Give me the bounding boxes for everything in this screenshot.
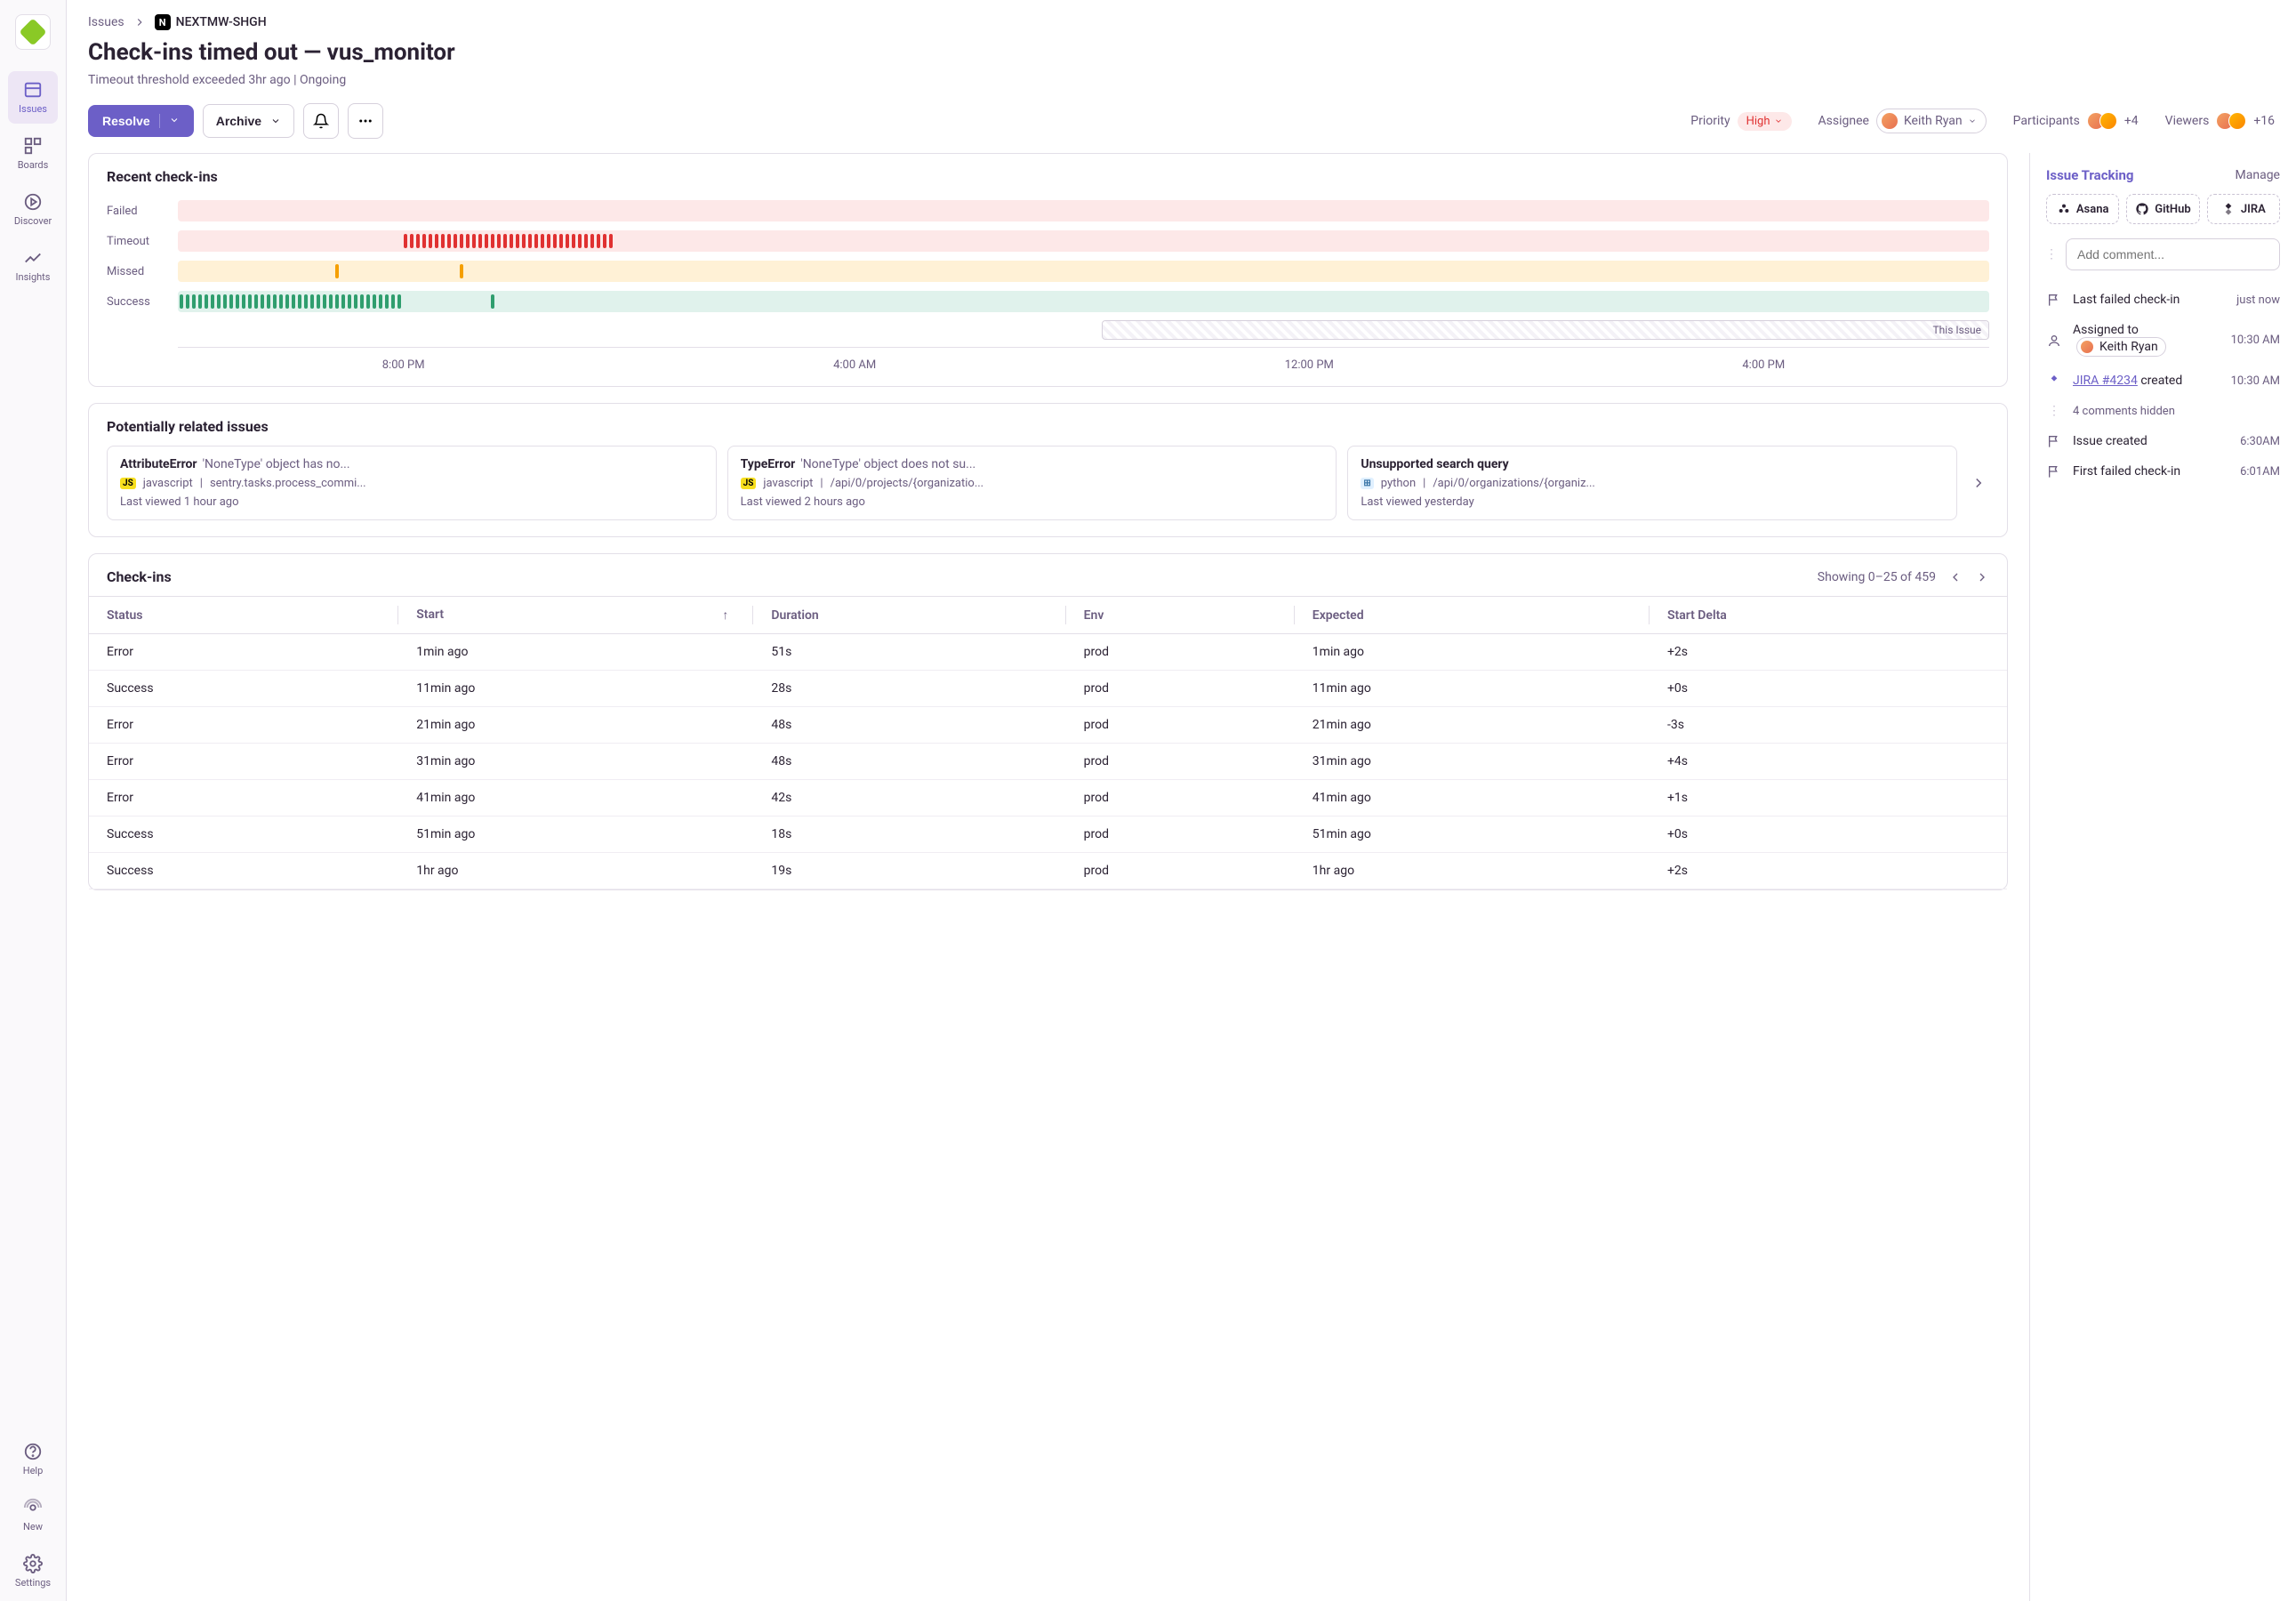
page-header: Issues N NEXTMW-SHGH Check-ins timed out… [67,0,2296,153]
panel-title: Issue Tracking [2046,167,2133,183]
jira-link[interactable]: JIRA #4234 [2073,374,2138,388]
card-title: Check-ins [107,568,172,585]
nav-help[interactable]: Help [8,1433,58,1485]
axis-label: 12:00 PM [1285,358,1334,372]
viewers-meta[interactable]: Viewers +16 [2165,112,2275,130]
axis-label: 4:00 PM [1742,358,1785,372]
nav-issues[interactable]: Issues [8,71,58,124]
related-issue-card[interactable]: TypeError 'NoneType' object does not su.… [727,446,1337,520]
column-env[interactable]: Env [1066,597,1295,634]
comment-input[interactable] [2066,238,2280,270]
chart-row-label: Failed [107,205,178,218]
nav-boards[interactable]: Boards [8,127,58,180]
flag-icon [2046,434,2062,448]
priority-badge[interactable]: High [1738,112,1792,131]
card-title: Potentially related issues [89,404,2007,446]
chart-row-label: Timeout [107,235,178,248]
bell-icon [313,113,329,129]
checkins-table: StatusStart↑DurationEnvExpectedStart Del… [89,596,2007,889]
timeline-item[interactable]: ⋮4 comments hidden [2046,396,2280,426]
manage-link[interactable]: Manage [2236,168,2280,182]
chart-track-missed [178,261,1989,282]
integration-jira[interactable]: JIRA [2207,194,2280,224]
recent-checkins-card: Recent check-ins Failed Timeout Missed Succ… [88,153,2008,387]
table-row[interactable]: Error1min ago51sprod1min ago+2s [89,634,2007,671]
priority-meta[interactable]: Priority High [1690,112,1791,131]
archive-button[interactable]: Archive [203,104,294,138]
chart-row-label: Success [107,295,178,309]
checkins-table-card: Check-ins Showing 0–25 of 459 StatusStar… [88,553,2008,890]
related-issue-card[interactable]: AttributeError 'NoneType' object has no.… [107,446,717,520]
column-duration[interactable]: Duration [753,597,1065,634]
chevron-right-icon [133,16,146,28]
more-actions-button[interactable] [348,103,383,139]
timeline-item: Issue created6:30AM [2046,426,2280,456]
issue-tracking-panel: Issue Tracking Manage AsanaGitHubJIRA ⋮ … [2029,153,2296,1601]
assignee-pill[interactable]: Keith Ryan [1876,109,1987,133]
chart-track-failed [178,200,1989,221]
project-icon: N [155,14,171,30]
nav-discover[interactable]: Discover [8,183,58,236]
flag-icon [2046,293,2062,307]
column-expected[interactable]: Expected [1295,597,1650,634]
pager-next-button[interactable] [1975,570,1989,584]
related-next-button[interactable] [1968,446,1989,520]
column-start[interactable]: Start↑ [398,597,753,634]
chart-track-success [178,291,1989,312]
integration-github[interactable]: GitHub [2126,194,2199,224]
notifications-button[interactable] [303,103,339,139]
axis-label: 4:00 AM [833,358,876,372]
pager-prev-button[interactable] [1948,570,1963,584]
integration-asana[interactable]: Asana [2046,194,2119,224]
timeline-item: Assigned to Keith Ryan10:30 AM [2046,315,2280,366]
more-horizontal-icon [357,113,373,129]
nav-settings[interactable]: Settings [8,1545,58,1597]
timeline-item: First failed check-in6:01AM [2046,456,2280,487]
page-title: Check-ins timed out — vus_monitor [88,39,2275,66]
sidebar-nav: IssuesBoardsDiscoverInsights HelpNewSett… [0,0,67,1601]
chart-track-timeout [178,230,1989,252]
chart-row-label: Missed [107,265,178,278]
breadcrumb-root[interactable]: Issues [88,15,124,29]
sort-asc-icon: ↑ [722,607,728,623]
table-row[interactable]: Success11min ago28sprod11min ago+0s [89,671,2007,707]
related-issue-card[interactable]: Unsupported search query ⊞ python | /api… [1347,446,1957,520]
table-row[interactable]: Error41min ago42sprod41min ago+1s [89,780,2007,817]
participants-meta[interactable]: Participants +4 [2013,112,2139,130]
breadcrumb: Issues N NEXTMW-SHGH [88,14,2275,30]
resolve-dropdown[interactable] [159,114,180,128]
timeline-item: Last failed check-injust now [2046,285,2280,315]
column-start-delta[interactable]: Start Delta [1650,597,2007,634]
nav-insights[interactable]: Insights [8,239,58,292]
column-status[interactable]: Status [89,597,398,634]
pager-status: Showing 0–25 of 459 [1818,570,1936,584]
axis-label: 8:00 PM [382,358,425,372]
flag-icon [2046,464,2062,479]
table-row[interactable]: Success51min ago18sprod51min ago+0s [89,817,2007,853]
user-icon [2046,334,2062,348]
card-title: Recent check-ins [89,154,2007,196]
drag-handle-icon[interactable]: ⋮ [2046,247,2057,261]
resolve-button[interactable]: Resolve [88,105,194,137]
table-row[interactable]: Success1hr ago19sprod1hr ago+2s [89,853,2007,889]
related-issues-card: Potentially related issues AttributeErro… [88,403,2008,537]
table-row[interactable]: Error31min ago48sprod31min ago+4s [89,744,2007,780]
nav-new[interactable]: New [8,1489,58,1541]
dots-icon: ⋮ [2046,404,2062,418]
jira-icon [2046,374,2062,388]
assignee-chip[interactable]: Keith Ryan [2076,337,2166,357]
avatar [1881,112,1899,130]
page-subtitle: Timeout threshold exceeded 3hr ago | Ong… [88,73,2275,87]
timeline-item: JIRA #4234 created10:30 AM [2046,366,2280,396]
assignee-meta[interactable]: Assignee Keith Ryan [1818,109,1987,133]
this-issue-range: This Issue [1102,320,1989,340]
app-logo[interactable] [15,14,51,50]
table-row[interactable]: Error21min ago48sprod21min ago-3s [89,707,2007,744]
breadcrumb-project[interactable]: N NEXTMW-SHGH [155,14,267,30]
chevron-down-icon [270,116,281,126]
